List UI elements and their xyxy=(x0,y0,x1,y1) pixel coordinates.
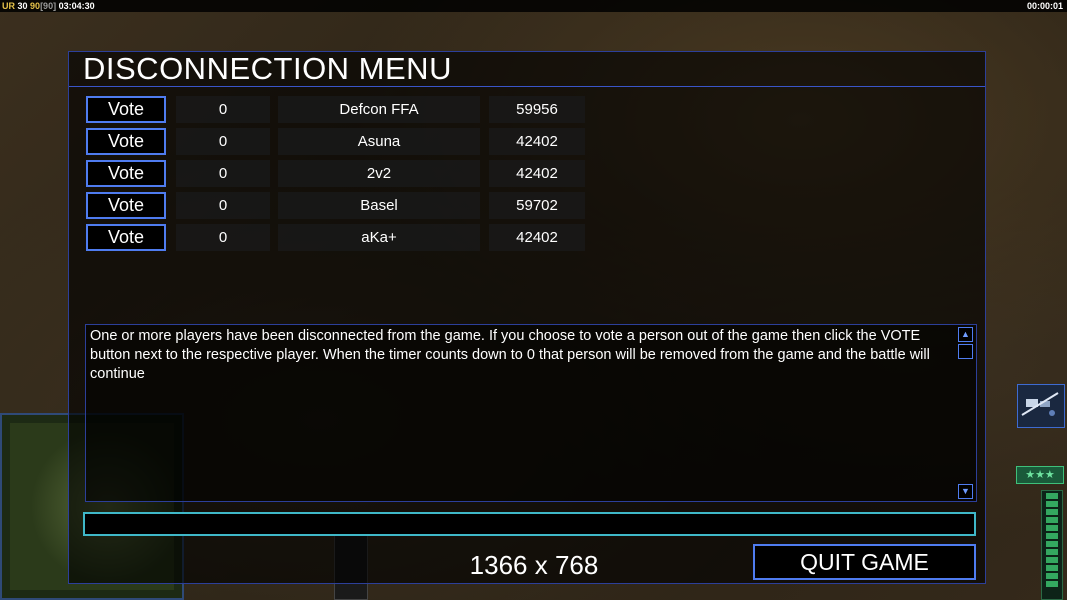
resolution-label: 1366 x 768 xyxy=(469,550,599,580)
player-timer: 0 xyxy=(176,160,270,187)
player-ping: 59702 xyxy=(489,192,585,219)
chat-input[interactable] xyxy=(83,512,976,536)
hud-value-2: 90 xyxy=(30,1,41,11)
hud-clock: 03:04:30 xyxy=(58,1,95,11)
player-ping: 42402 xyxy=(489,160,585,187)
hud-timer: 00:00:01 xyxy=(1026,1,1063,11)
message-scrollbar[interactable]: ▲ ▼ xyxy=(958,327,974,499)
player-ping: 42402 xyxy=(489,128,585,155)
vote-button[interactable]: Vote xyxy=(86,224,166,251)
quit-game-button[interactable]: QUIT GAME xyxy=(753,544,976,580)
disconnection-dialog: DISCONNECTION MENU Vote 0 Defcon FFA 599… xyxy=(68,51,986,584)
player-timer: 0 xyxy=(176,224,270,251)
player-name: aKa+ xyxy=(278,224,480,251)
triangle-down-icon[interactable]: ▼ xyxy=(958,484,973,499)
hud-prefix: UR xyxy=(2,1,15,11)
hud-value-1: 30 xyxy=(17,1,28,11)
satellite-icon[interactable] xyxy=(1017,384,1065,428)
scroll-thumb[interactable] xyxy=(958,344,973,359)
triangle-up-icon[interactable]: ▲ xyxy=(958,327,973,342)
player-ping: 42402 xyxy=(489,224,585,251)
title-divider xyxy=(69,86,985,87)
power-meter xyxy=(1041,490,1063,600)
hud-stats: UR 30 90[90] 03:04:30 xyxy=(2,0,95,12)
hud-top-bar: UR 30 90[90] 03:04:30 00:00:01 xyxy=(0,0,1067,12)
player-name: Asuna xyxy=(278,128,480,155)
player-timer: 0 xyxy=(176,192,270,219)
vote-button[interactable]: Vote xyxy=(86,96,166,123)
rank-stars: ★★★ xyxy=(1016,466,1064,484)
player-name: Defcon FFA xyxy=(278,96,480,123)
vote-button[interactable]: Vote xyxy=(86,160,166,187)
player-name: 2v2 xyxy=(278,160,480,187)
hud-value-3: [90] xyxy=(40,1,57,11)
player-timer: 0 xyxy=(176,96,270,123)
vote-button[interactable]: Vote xyxy=(86,128,166,155)
player-ping: 59956 xyxy=(489,96,585,123)
player-name: Basel xyxy=(278,192,480,219)
player-timer: 0 xyxy=(176,128,270,155)
message-text: One or more players have been disconnect… xyxy=(90,328,930,382)
message-box[interactable]: One or more players have been disconnect… xyxy=(85,324,977,502)
vote-button[interactable]: Vote xyxy=(86,192,166,219)
dialog-title: DISCONNECTION MENU xyxy=(83,51,452,86)
